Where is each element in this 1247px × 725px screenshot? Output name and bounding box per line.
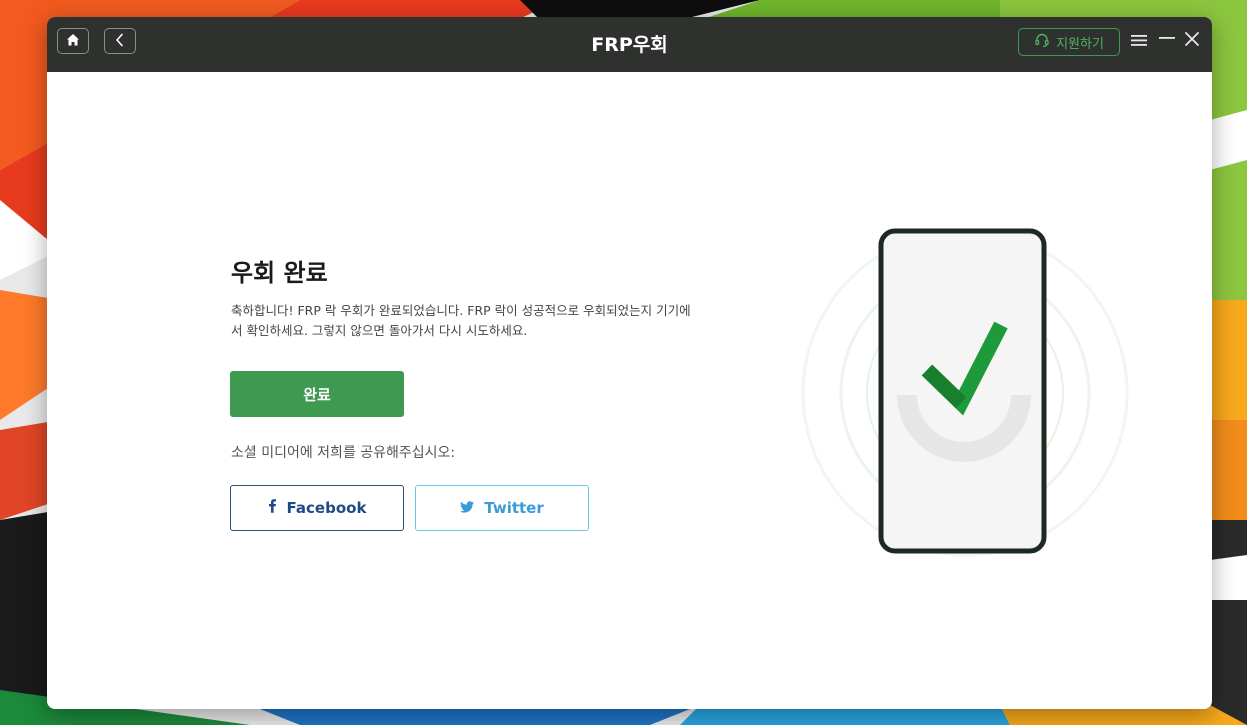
title-bar: FRP우회 지원하기	[47, 17, 1212, 72]
minimize-icon	[1159, 32, 1175, 51]
twitter-label: Twitter	[484, 499, 544, 517]
headset-icon	[1034, 32, 1050, 52]
share-label: 소셜 미디어에 저희를 공유해주십시오:	[231, 442, 455, 462]
hamburger-menu-icon	[1131, 32, 1147, 51]
support-button[interactable]: 지원하기	[1018, 28, 1120, 56]
support-button-label: 지원하기	[1056, 33, 1104, 52]
done-button[interactable]: 완료	[230, 371, 404, 417]
close-icon	[1184, 31, 1200, 51]
menu-button[interactable]	[1129, 31, 1149, 51]
phone-checkmark-illustration	[787, 217, 1147, 581]
minimize-button[interactable]	[1157, 31, 1177, 51]
desktop: FRP우회 지원하기	[0, 0, 1247, 725]
facebook-share-button[interactable]: Facebook	[230, 485, 404, 531]
completion-description: 축하합니다! FRP 락 우회가 완료되었습니다. FRP 락이 성공적으로 우…	[231, 301, 701, 341]
facebook-icon	[268, 499, 277, 517]
app-window: FRP우회 지원하기	[47, 17, 1212, 709]
twitter-share-button[interactable]: Twitter	[415, 485, 589, 531]
facebook-label: Facebook	[287, 499, 367, 517]
twitter-icon	[460, 499, 474, 517]
close-button[interactable]	[1182, 31, 1202, 51]
page-title: 우회 완료	[231, 253, 328, 288]
